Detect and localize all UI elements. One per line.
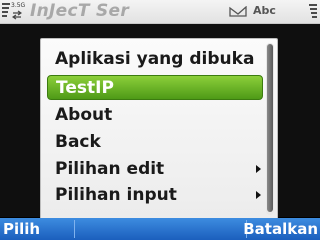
- input-mode-indicator: Abc: [253, 4, 276, 17]
- softkey-divider: [74, 220, 75, 238]
- menu-item-testip[interactable]: TestIP: [47, 75, 263, 100]
- menu-item-label: Pilihan input: [55, 185, 177, 205]
- select-softkey[interactable]: Pilih: [3, 218, 40, 240]
- status-bar: 3.5G InJecT Ser Abc: [0, 0, 320, 24]
- softkey-bar: Pilih Batalkan: [0, 218, 320, 240]
- menu-item-label: About: [55, 105, 113, 125]
- submenu-arrow-icon: [256, 165, 261, 173]
- network-type-label: 3.5G: [11, 2, 26, 9]
- message-icon: [229, 6, 247, 17]
- menu-item-about[interactable]: About: [47, 103, 263, 128]
- data-transfer-icon: [12, 10, 22, 20]
- menu-item-label: Pilihan edit: [55, 159, 165, 179]
- cancel-softkey[interactable]: Batalkan: [243, 218, 318, 240]
- menu-scrollbar[interactable]: [266, 43, 274, 215]
- menu-item-open-apps[interactable]: Aplikasi yang dibuka: [47, 47, 263, 72]
- app-title: InJecT Ser: [30, 1, 130, 21]
- menu-item-input-options[interactable]: Pilihan input: [47, 183, 263, 208]
- signal-strength-icon: [2, 3, 10, 21]
- menu-item-label: Aplikasi yang dibuka: [55, 49, 255, 69]
- menu-item-edit-options[interactable]: Pilihan edit: [47, 157, 263, 182]
- submenu-arrow-icon: [256, 191, 261, 199]
- menu-item-label: TestIP: [56, 78, 114, 98]
- battery-icon: [299, 4, 317, 20]
- options-menu: Aplikasi yang dibuka TestIP About Back P…: [40, 38, 278, 218]
- menu-item-back[interactable]: Back: [47, 130, 263, 155]
- menu-item-label: Back: [55, 132, 101, 152]
- scrollbar-thumb[interactable]: [267, 44, 273, 212]
